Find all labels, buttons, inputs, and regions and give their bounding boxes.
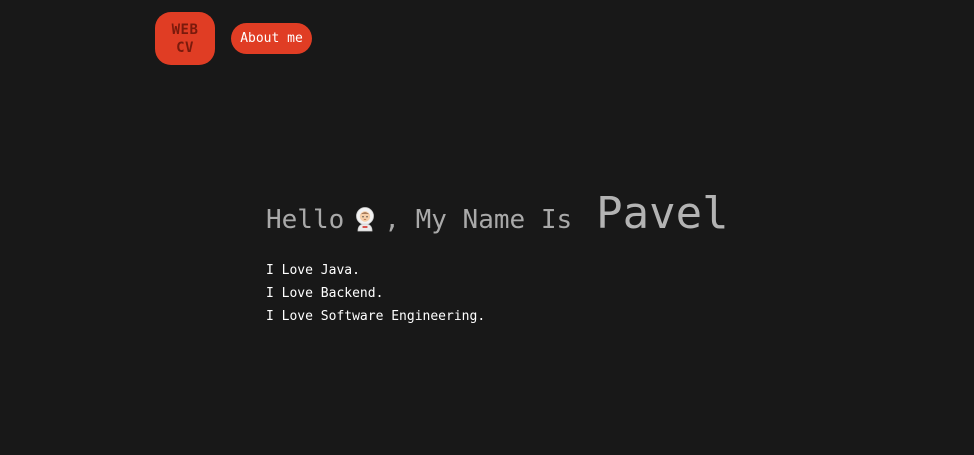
logo[interactable]: WEB CV: [155, 12, 215, 65]
logo-line-2: CV: [176, 39, 194, 56]
logo-line-1: WEB: [171, 21, 199, 38]
hero-section: Hello , My Name Is Pavel I Love Java. I …: [266, 188, 806, 328]
greeting-hello: Hello: [266, 205, 345, 235]
intro-lines: I Love Java. I Love Backend. I Love Soft…: [266, 259, 806, 328]
list-item: I Love Java.: [266, 263, 360, 278]
astronaut-icon: [352, 206, 378, 232]
greeting-heading: Hello , My Name Is Pavel: [266, 188, 806, 239]
list-item: I Love Backend.: [266, 286, 384, 301]
greeting-my-name-is: , My Name Is: [384, 205, 573, 235]
name-text: Pavel: [596, 188, 729, 239]
page: WEB CV About me Hello , My Name Is Pavel…: [0, 0, 974, 455]
list-item: I Love Software Engineering.: [266, 309, 486, 324]
about-me-button[interactable]: About me: [231, 23, 312, 54]
